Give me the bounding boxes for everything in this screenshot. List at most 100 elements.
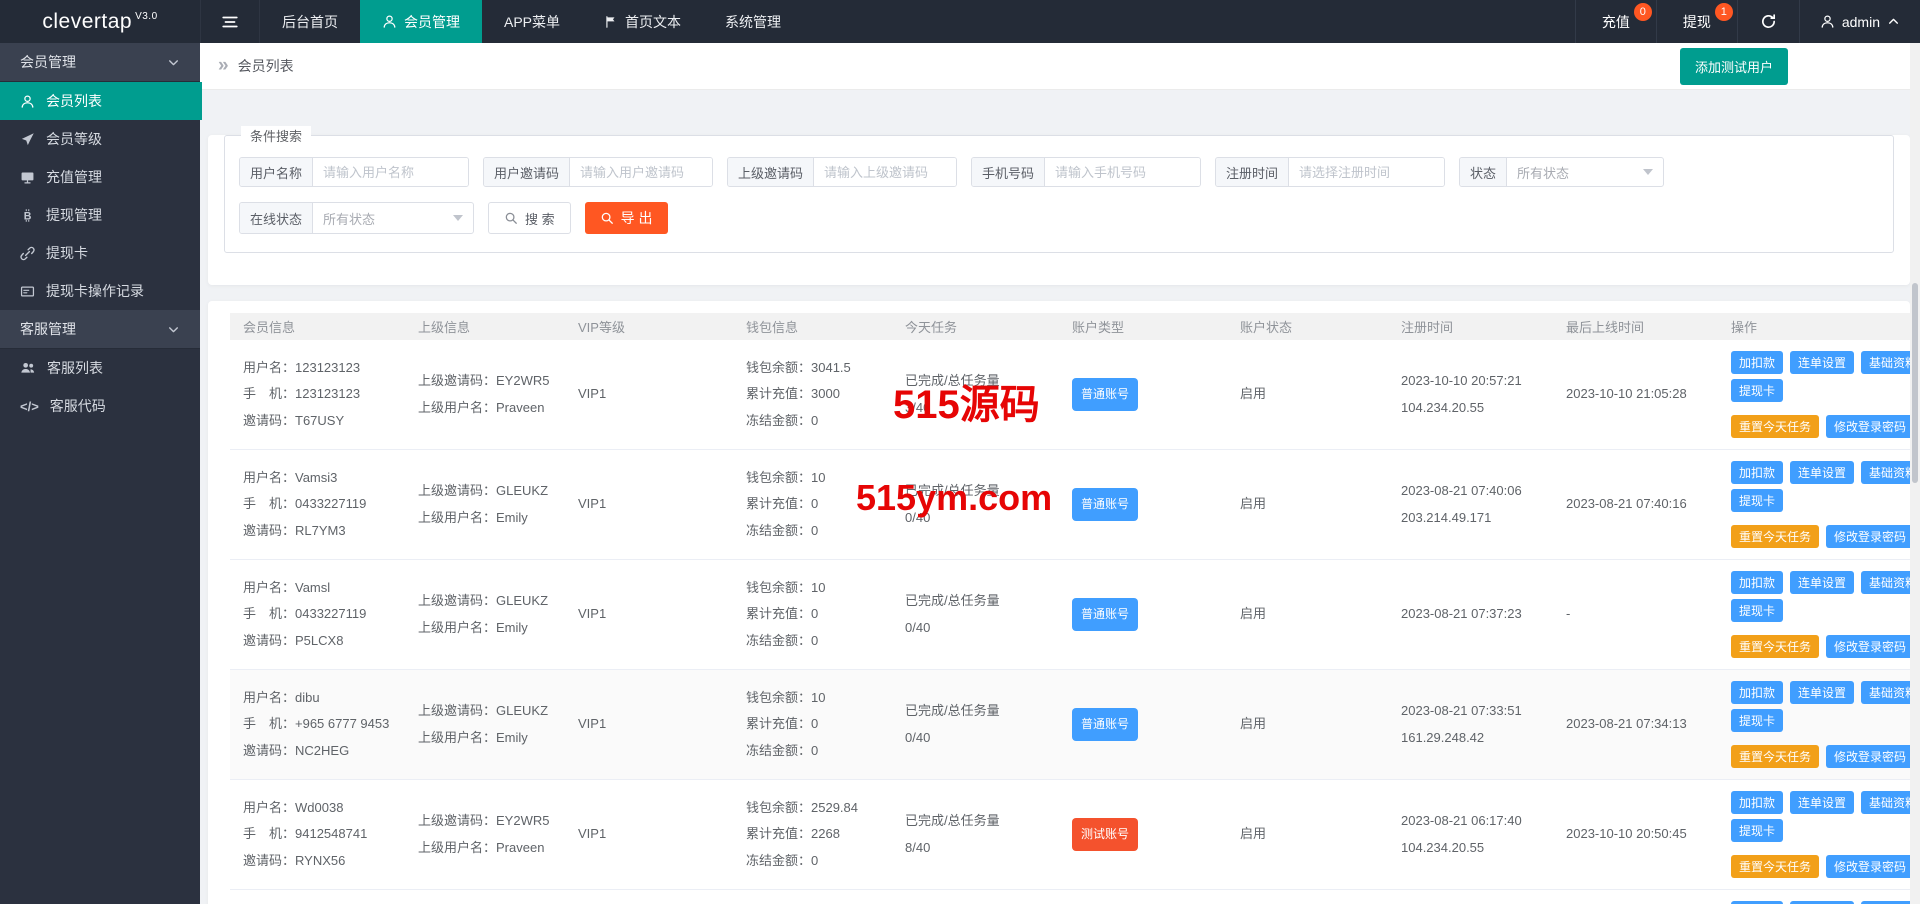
- sidebar-item-service-code[interactable]: </> 客服代码: [0, 387, 200, 425]
- nav-tab-system[interactable]: 系统管理: [703, 0, 803, 43]
- search-field-username[interactable]: 用户名称: [239, 157, 469, 187]
- search-field-user-invite-code[interactable]: 用户邀请码: [483, 157, 713, 187]
- add-deduct-button[interactable]: 加扣款: [1731, 571, 1784, 594]
- chain-order-setting-button[interactable]: 连单设置: [1790, 681, 1855, 704]
- member-info-cell-line: 用户名：Vamsi3: [243, 469, 338, 485]
- column-header: 今天任务: [905, 320, 958, 335]
- reset-today-task-button[interactable]: 重置今天任务: [1731, 525, 1820, 548]
- add-deduct-button[interactable]: 加扣款: [1731, 681, 1784, 704]
- sidebar-item-withdraw-card[interactable]: 提现卡: [0, 234, 200, 272]
- app-logo: clevertap V3.0: [42, 9, 158, 33]
- search-field-register-time[interactable]: 注册时间: [1215, 157, 1445, 187]
- basic-info-button[interactable]: 基础资料: [1861, 681, 1910, 704]
- wallet-info-cell-line: 累计充值：0: [746, 496, 819, 512]
- account-type-badge: 普通账号: [1072, 488, 1139, 521]
- reset-today-task-button[interactable]: 重置今天任务: [1731, 745, 1820, 768]
- last-online-cell: 2023-10-10 20:50:45: [1553, 813, 1718, 856]
- chain-order-setting-button[interactable]: 连单设置: [1790, 461, 1855, 484]
- vip-level-cell-line: VIP1: [578, 716, 607, 732]
- search-field-input[interactable]: [313, 158, 468, 186]
- search-field-parent-invite-code[interactable]: 上级邀请码: [727, 157, 957, 187]
- add-deduct-button[interactable]: 加扣款: [1731, 351, 1784, 374]
- basic-info-button[interactable]: 基础资料: [1861, 461, 1910, 484]
- basic-info-button[interactable]: 基础资料: [1861, 571, 1910, 594]
- action-line: 提现卡: [1731, 489, 1910, 512]
- sidebar-item-withdraw-management[interactable]: B 提现管理: [0, 196, 200, 234]
- register-time-cell-line: 203.214.49.171: [1401, 509, 1492, 525]
- nav-tab-home-text[interactable]: 首页文本: [582, 0, 703, 43]
- breadcrumb-arrows-icon: »: [218, 55, 229, 76]
- search-field-select[interactable]: 所有状态: [1507, 158, 1663, 186]
- member-info-cell-line: 用户名：Wd0038: [243, 799, 344, 815]
- sidebar-toggle-button[interactable]: [200, 0, 260, 43]
- withdraw-card-button[interactable]: 提现卡: [1731, 819, 1784, 842]
- withdraw-card-button[interactable]: 提现卡: [1731, 709, 1784, 732]
- nav-tab-label: 系统管理: [725, 13, 782, 30]
- scrollbar-thumb[interactable]: [1912, 283, 1918, 483]
- task-cell: 已完成/总任务量 0/40: [892, 580, 1059, 649]
- wallet-info-cell-line: 冻结金额：0: [746, 852, 819, 868]
- sidebar-item-member-level[interactable]: 会员等级: [0, 120, 200, 158]
- search-field-status[interactable]: 状态 所有状态: [1459, 157, 1664, 187]
- change-login-password-button[interactable]: 修改登录密码: [1826, 525, 1910, 548]
- table-row: 用户名：Vamsi3 手 机：0433227119 邀请码：RL7YM3 上级邀请码：…: [230, 450, 1910, 560]
- export-button[interactable]: 导 出: [584, 202, 668, 234]
- chain-order-setting-button[interactable]: 连单设置: [1790, 351, 1855, 374]
- search-field-label: 用户邀请码: [484, 158, 571, 186]
- reset-today-task-button[interactable]: 重置今天任务: [1731, 635, 1820, 658]
- task-cell-line: 已完成/总任务量: [905, 482, 1000, 498]
- reset-today-task-button[interactable]: 重置今天任务: [1731, 415, 1820, 438]
- search-field-input[interactable]: [570, 158, 712, 186]
- search-field-label: 手机号码: [972, 158, 1046, 186]
- search-field-input[interactable]: [814, 158, 956, 186]
- member-table: 会员信息 上级信息 VIP等级 钱包信息 今天任务 账户类型 账户状态 注册时间 最后上线时间 操…: [208, 301, 1910, 904]
- add-deduct-button[interactable]: 加扣款: [1731, 461, 1784, 484]
- change-login-password-button[interactable]: 修改登录密码: [1826, 855, 1910, 878]
- basic-info-button[interactable]: 基础资料: [1861, 791, 1910, 814]
- sidebar-item-member-list[interactable]: 会员列表: [0, 82, 202, 120]
- chain-order-setting-button[interactable]: 连单设置: [1790, 791, 1855, 814]
- change-login-password-button[interactable]: 修改登录密码: [1826, 635, 1910, 658]
- nav-tab-label: 会员管理: [404, 13, 460, 30]
- admin-menu[interactable]: admin: [1798, 0, 1920, 43]
- register-time-cell-line: 104.234.20.55: [1401, 839, 1485, 855]
- reset-today-task-button[interactable]: 重置今天任务: [1731, 855, 1820, 878]
- wallet-info-cell-line: 累计充值：2268: [746, 826, 840, 842]
- withdraw-card-button[interactable]: 提现卡: [1731, 489, 1784, 512]
- account-type-cell: 普通账号: [1059, 480, 1227, 529]
- search-field-input[interactable]: [1045, 158, 1200, 186]
- last-online-cell-line: 2023-08-21 07:34:13: [1566, 716, 1687, 732]
- chain-order-setting-button[interactable]: 连单设置: [1790, 571, 1855, 594]
- action-line: 重置今天任务 修改登录密码: [1731, 525, 1910, 548]
- column-header: 账户类型: [1072, 320, 1125, 335]
- search-field-input[interactable]: [1289, 158, 1444, 186]
- parent-info-cell-line: 上级邀请码：EY2WR5: [418, 812, 550, 828]
- sidebar-group-service-management[interactable]: 客服管理: [0, 310, 200, 349]
- withdraw-card-button[interactable]: 提现卡: [1731, 379, 1784, 402]
- recharge-link[interactable]: 充值 0: [1574, 0, 1656, 43]
- search-button[interactable]: 搜 索: [488, 202, 571, 234]
- sidebar-item-service-list[interactable]: 客服列表: [0, 349, 200, 387]
- sidebar-group-member-management[interactable]: 会员管理: [0, 43, 200, 82]
- search-field-label: 状态: [1460, 158, 1508, 186]
- sidebar-item-withdraw-card-log[interactable]: 提现卡操作记录: [0, 272, 200, 310]
- basic-info-button[interactable]: 基础资料: [1861, 351, 1910, 374]
- nav-tab-dashboard[interactable]: 后台首页: [260, 0, 360, 43]
- nav-tab-app-menu[interactable]: APP菜单: [482, 0, 582, 43]
- table-header: 会员信息 上级信息 VIP等级 钱包信息 今天任务 账户类型 账户状态 注册时间 最后上线时间 操…: [230, 313, 1910, 340]
- withdraw-link[interactable]: 提现 1: [1655, 0, 1737, 43]
- table-row: 用户名：Wd0038 手 机：9412548741 邀请码：RYNX56 上级邀请码：…: [230, 780, 1910, 890]
- add-test-user-button[interactable]: 添加测试用户: [1679, 47, 1788, 85]
- add-deduct-button[interactable]: 加扣款: [1731, 791, 1784, 814]
- search-field-phone[interactable]: 手机号码: [971, 157, 1201, 187]
- change-login-password-button[interactable]: 修改登录密码: [1826, 415, 1910, 438]
- change-login-password-button[interactable]: 修改登录密码: [1826, 745, 1910, 768]
- sidebar-item-recharge-management[interactable]: 充值管理: [0, 158, 200, 196]
- vip-level-cell: VIP1: [565, 593, 733, 636]
- task-cell-line: 0/40: [905, 729, 931, 745]
- actions-cell: 加扣款连单设置基础资料提现卡重置今天任务修改登录密码: [1718, 890, 1910, 904]
- online-status-field[interactable]: 在线状态 所有状态: [239, 202, 474, 234]
- withdraw-card-button[interactable]: 提现卡: [1731, 599, 1784, 622]
- nav-tab-members[interactable]: 会员管理: [360, 0, 482, 43]
- refresh-button[interactable]: [1736, 0, 1799, 43]
